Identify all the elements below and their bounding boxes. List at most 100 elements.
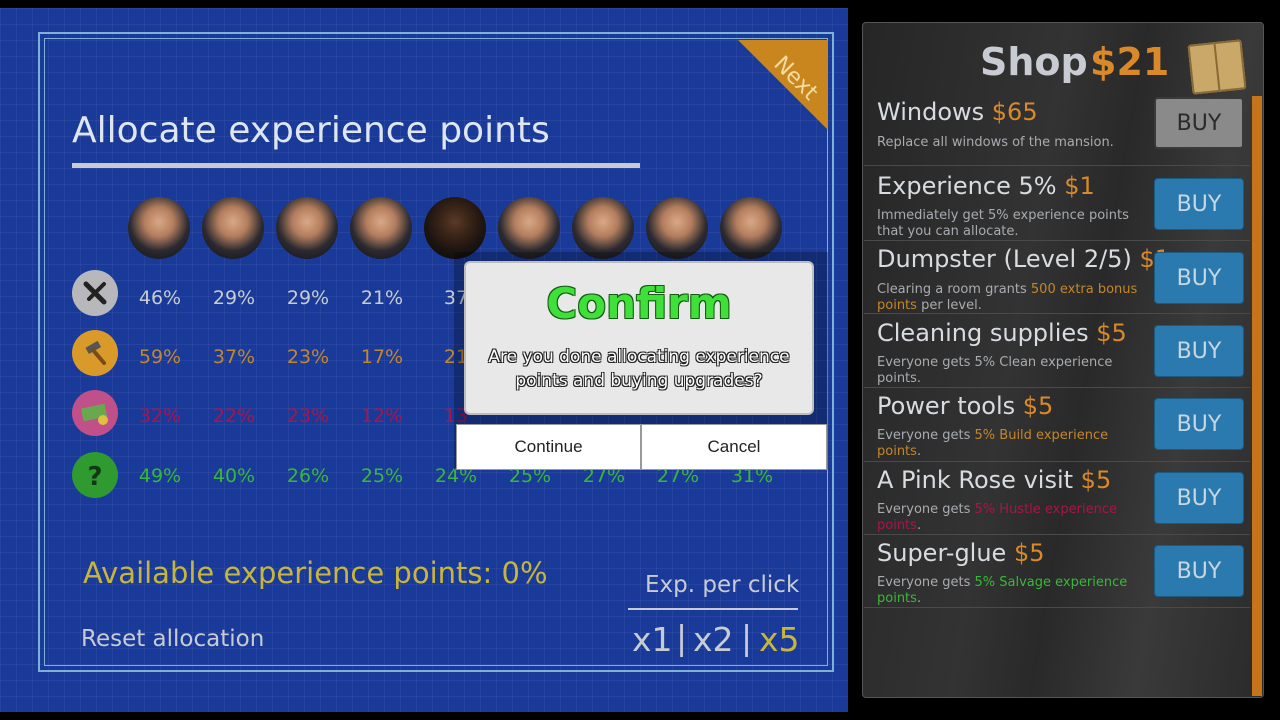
divider	[864, 607, 1250, 608]
divider	[864, 461, 1250, 462]
character-portrait-3[interactable]	[276, 197, 338, 259]
character-portrait-4[interactable]	[350, 197, 412, 259]
svg-text:?: ?	[87, 462, 102, 490]
book-icon[interactable]	[1187, 39, 1247, 95]
character-portrait-6[interactable]	[498, 197, 560, 259]
shop-item-name: Cleaning supplies $5	[877, 319, 1127, 347]
multiplier-x5-button[interactable]: x5	[759, 620, 800, 659]
shop-money: $21	[1090, 40, 1170, 84]
divider	[864, 313, 1250, 314]
multiplier-x2-button[interactable]: x2	[693, 620, 734, 659]
desc-text: Everyone gets	[877, 502, 975, 517]
stat-cell: 40%	[212, 465, 256, 487]
stat-cell: 49%	[138, 465, 182, 487]
shop-item-name: Power tools $5	[877, 392, 1053, 420]
desc-text: Everyone gets	[877, 575, 975, 590]
confirm-dialog: Confirm Are you done allocating experien…	[466, 263, 812, 413]
shop-item-name: A Pink Rose visit $5	[877, 466, 1111, 494]
desc-text: Everyone gets	[877, 428, 975, 443]
available-points: Available experience points: 0%	[83, 556, 548, 590]
dialog-title: Confirm	[546, 279, 732, 328]
multiplier-separator: |	[676, 618, 688, 657]
buy-cleaning-supplies-button[interactable]: BUY	[1154, 325, 1244, 377]
item-price: $1	[1064, 172, 1095, 200]
stat-cell: 26%	[286, 465, 330, 487]
item-title: Dumpster	[877, 245, 996, 273]
divider	[864, 387, 1250, 388]
item-price: $65	[991, 98, 1038, 126]
stat-cell: 29%	[212, 287, 256, 309]
exp-divider	[628, 608, 798, 610]
stat-cell: 12%	[360, 405, 404, 427]
buy-super-glue-button[interactable]: BUY	[1154, 545, 1244, 597]
item-title: Experience 5%	[877, 172, 1057, 200]
stat-cell: 46%	[138, 287, 182, 309]
stat-cell: 32%	[138, 405, 182, 427]
money-icon	[72, 390, 118, 436]
stat-cell: 37%	[212, 346, 256, 368]
item-price: $5	[1022, 392, 1054, 420]
character-portrait-9[interactable]	[720, 197, 782, 259]
page-title: Allocate experience points	[72, 110, 550, 151]
desc-text: .	[916, 518, 922, 533]
item-title: Cleaning supplies	[877, 319, 1089, 347]
question-icon: ?	[72, 452, 118, 498]
desc-text: per level.	[916, 298, 982, 313]
buy-power-tools-button[interactable]: BUY	[1154, 398, 1244, 450]
buy-dumpster-button[interactable]: BUY	[1154, 252, 1244, 304]
shop-item-desc: Everyone gets 5% Hustle experience point…	[877, 502, 1147, 534]
stat-cell: 23%	[286, 346, 330, 368]
stat-cell: 23%	[286, 405, 330, 427]
shop-item-name: Dumpster (Level 2/5) $1	[877, 245, 1170, 273]
reset-allocation-button[interactable]: Reset allocation	[81, 626, 264, 652]
stat-cell: 59%	[138, 346, 182, 368]
stat-cell: 29%	[286, 287, 330, 309]
multiplier-separator: |	[741, 618, 753, 657]
desc-text: .	[916, 444, 922, 459]
divider	[864, 240, 1250, 241]
divider	[864, 534, 1250, 535]
cancel-button[interactable]: Cancel	[641, 424, 827, 470]
shop-item-desc: Immediately get 5% experience points tha…	[877, 208, 1129, 239]
shop-item-desc: Everyone gets 5% Build experience points…	[877, 428, 1147, 460]
dialog-message: Are you done allocating experience point…	[488, 347, 790, 391]
character-portrait-8[interactable]	[646, 197, 708, 259]
item-title: A Pink Rose visit	[877, 466, 1074, 494]
shop-item-desc: Everyone gets 5% Clean experience points…	[877, 355, 1113, 386]
item-price: $5	[1096, 319, 1127, 347]
character-portrait-5[interactable]	[424, 197, 486, 259]
shop-item-name: Experience 5% $1	[877, 172, 1095, 200]
character-portrait-2[interactable]	[202, 197, 264, 259]
multiplier-x1-button[interactable]: x1	[632, 620, 673, 659]
stat-cell: 17%	[360, 346, 404, 368]
buy-experience-button[interactable]: BUY	[1154, 178, 1244, 230]
stat-cell: 22%	[212, 405, 256, 427]
shop-item-desc: Everyone gets 5% Salvage experience poin…	[877, 575, 1147, 607]
desc-text: Clearing a room grants	[877, 282, 1031, 297]
item-level: (Level 2/5)	[1003, 245, 1132, 273]
shop-item-name: Super-glue $5	[877, 539, 1045, 567]
divider	[864, 165, 1250, 166]
shop-title: Shop	[980, 40, 1088, 84]
shop-item-desc: Clearing a room grants 500 extra bonus p…	[877, 282, 1147, 314]
shop-scrollbar[interactable]	[1252, 96, 1262, 696]
buy-windows-button[interactable]: BUY	[1154, 97, 1244, 149]
item-title: Super-glue	[877, 539, 1007, 567]
character-portrait-1[interactable]	[128, 197, 190, 259]
shop-item-desc: Replace all windows of the mansion.	[877, 135, 1114, 150]
desc-text: .	[916, 591, 922, 606]
stat-cell: 25%	[360, 465, 404, 487]
continue-button[interactable]: Continue	[456, 424, 641, 470]
exp-per-click-label: Exp. per click	[645, 572, 800, 598]
next-button[interactable]: Next	[738, 40, 828, 130]
shop-item-name: Windows $65	[877, 98, 1038, 126]
item-price: $5	[1080, 466, 1112, 494]
character-portrait-7[interactable]	[572, 197, 634, 259]
tools-icon	[72, 270, 118, 316]
title-underline	[72, 163, 640, 168]
buy-pink-rose-button[interactable]: BUY	[1154, 472, 1244, 524]
item-title: Windows	[877, 98, 985, 126]
item-title: Power tools	[877, 392, 1016, 420]
stat-cell: 21%	[360, 287, 404, 309]
hammer-icon	[72, 330, 118, 376]
